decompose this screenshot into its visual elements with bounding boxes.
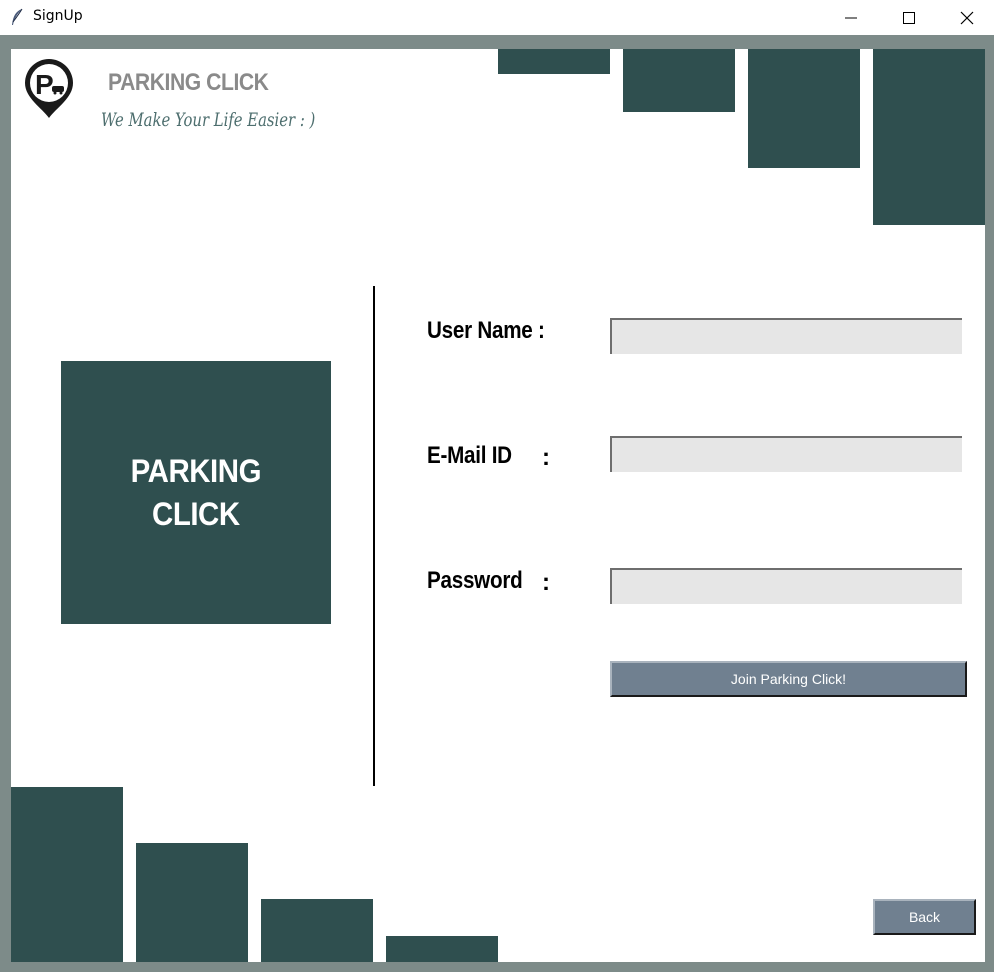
email-colon: : [542,444,550,471]
decor-block-bottom-1 [11,787,123,962]
maximize-button[interactable] [880,0,938,35]
window-title: SignUp [33,8,83,24]
decor-block-bottom-3 [261,899,373,962]
join-button[interactable]: Join Parking Click! [610,661,967,697]
vertical-divider [373,286,375,786]
title-bar: SignUp [0,0,994,35]
password-label: Password [427,567,523,594]
decor-block-bottom-4 [386,936,498,962]
minimize-icon [845,17,857,18]
svg-text:P: P [35,69,54,100]
brand-name: PARKING CLICK [108,69,269,96]
decor-block-top-3 [748,49,860,168]
brand-panel-line-1: PARKING [130,452,262,489]
signup-window: P PARKING CLICK We Make Your Life Easier… [11,49,985,962]
close-icon [960,11,974,24]
maximize-icon [903,11,915,24]
username-label: User Name : [427,317,545,344]
minimize-button[interactable] [822,0,880,35]
email-input[interactable] [610,436,962,472]
password-input[interactable] [610,568,962,604]
decor-block-top-1 [498,49,610,74]
brand-tagline: We Make Your Life Easier : ) [101,109,316,131]
back-button[interactable]: Back [873,899,976,935]
decor-block-top-4 [873,49,985,225]
brand-panel-line-2: CLICK [152,495,240,532]
email-label: E-Mail ID [427,442,512,469]
feather-icon [12,8,23,25]
brand-panel-text: PARKING CLICK [130,450,262,536]
parking-pin-icon: P [25,59,73,118]
close-button[interactable] [938,0,994,35]
username-input[interactable] [610,318,962,354]
decor-block-top-2 [623,49,735,112]
brand-panel: PARKING CLICK [61,361,331,624]
decor-block-bottom-2 [136,843,248,962]
password-colon: : [542,569,550,596]
